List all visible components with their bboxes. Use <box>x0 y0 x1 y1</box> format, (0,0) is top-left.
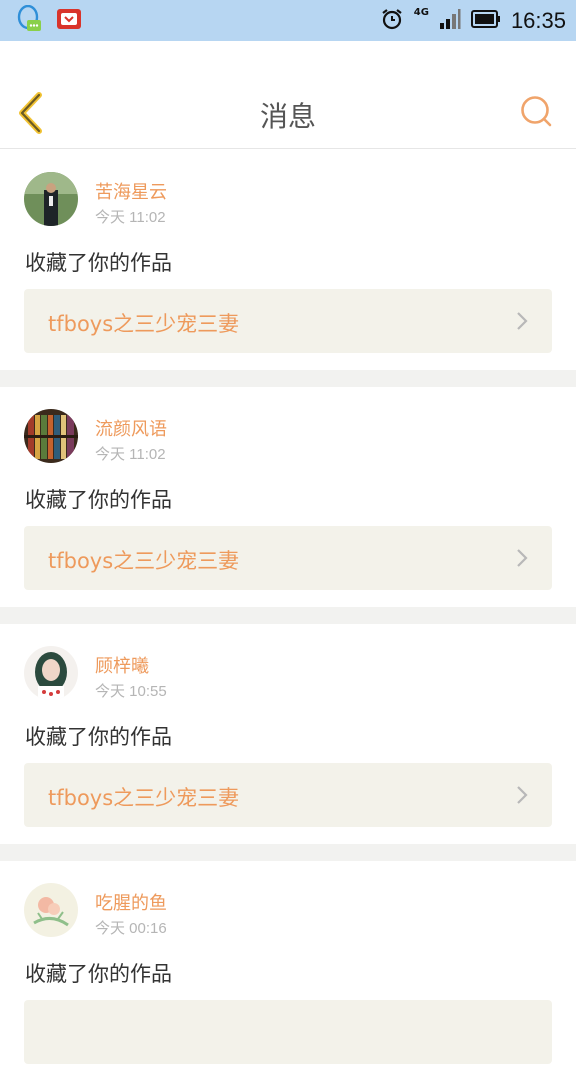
divider <box>0 370 576 387</box>
battery-icon <box>470 9 501 32</box>
page-title: 消息 <box>259 100 316 133</box>
action-text: 收藏了你的作品 <box>25 251 172 275</box>
action-text: 收藏了你的作品 <box>25 725 172 749</box>
app-header: 消息 <box>0 41 576 149</box>
username[interactable]: 顾梓曦 <box>95 652 149 678</box>
username[interactable]: 吃腥的鱼 <box>95 889 167 915</box>
signal-icon <box>439 8 461 34</box>
action-text: 收藏了你的作品 <box>25 488 172 512</box>
qq-icon <box>16 4 42 37</box>
search-icon <box>520 96 554 133</box>
clock: 16:35 <box>510 7 566 33</box>
work-link[interactable]: tfboys之三少宠三妻 <box>24 526 552 590</box>
work-link[interactable]: tfboys之三少宠三妻 <box>24 763 552 827</box>
message-card: 苦海星云 今天 11:02 收藏了你的作品 tfboys之三少宠三妻 <box>0 150 576 370</box>
message-card: 顾梓曦 今天 10:55 收藏了你的作品 tfboys之三少宠三妻 <box>0 624 576 844</box>
message-list: 苦海星云 今天 11:02 收藏了你的作品 tfboys之三少宠三妻 流颜风语 … <box>0 150 576 1081</box>
avatar[interactable] <box>24 409 78 463</box>
work-title: tfboys之三少宠三妻 <box>48 312 240 336</box>
status-bar-left <box>16 4 82 37</box>
divider <box>0 844 576 861</box>
avatar[interactable] <box>24 883 78 937</box>
status-bar-right: 4G 16:35 <box>380 7 566 35</box>
search-button[interactable] <box>520 95 554 129</box>
timestamp: 今天 00:16 <box>95 920 167 937</box>
message-card: 吃腥的鱼 今天 00:16 收藏了你的作品 <box>0 861 576 1081</box>
chevron-right-icon <box>516 311 528 331</box>
timestamp: 今天 11:02 <box>95 209 166 226</box>
work-title: tfboys之三少宠三妻 <box>48 786 240 810</box>
username[interactable]: 流颜风语 <box>95 415 167 441</box>
avatar[interactable] <box>24 172 78 226</box>
chevron-right-icon <box>516 785 528 805</box>
message-card: 流颜风语 今天 11:02 收藏了你的作品 tfboys之三少宠三妻 <box>0 387 576 607</box>
timestamp: 今天 10:55 <box>95 683 167 700</box>
chevron-right-icon <box>516 548 528 568</box>
username[interactable]: 苦海星云 <box>95 178 167 204</box>
divider <box>0 607 576 624</box>
work-link[interactable]: tfboys之三少宠三妻 <box>24 289 552 353</box>
alarm-icon <box>380 7 404 35</box>
notification-app-icon <box>56 7 82 35</box>
status-bar: 4G 16:35 <box>0 0 576 41</box>
action-text: 收藏了你的作品 <box>25 962 172 986</box>
avatar[interactable] <box>24 646 78 700</box>
timestamp: 今天 11:02 <box>95 446 166 463</box>
network-type: 4G <box>413 6 429 18</box>
work-title: tfboys之三少宠三妻 <box>48 549 240 573</box>
work-link[interactable] <box>24 1000 552 1064</box>
